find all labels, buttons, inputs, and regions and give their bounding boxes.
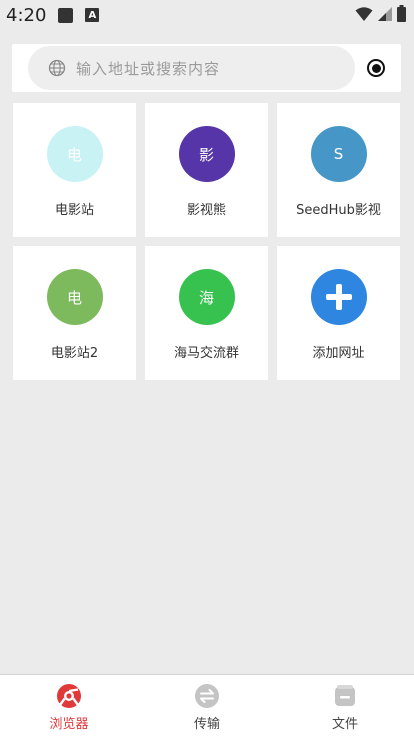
tile-icon-circle: 电 [46, 269, 103, 325]
tile-icon-circle: 影 [178, 126, 235, 182]
tile-glyph: 影 [198, 145, 214, 164]
shortcut-tile[interactable]: 电 电影站 [13, 103, 136, 237]
shortcut-tile[interactable]: S SeedHub影视 [277, 103, 400, 237]
tile-glyph: 电 [66, 288, 82, 307]
search-card: 输入地址或搜索内容 [12, 44, 401, 92]
tile-icon-circle: S [310, 126, 367, 182]
shortcut-tile[interactable]: 电 电影站2 [13, 246, 136, 380]
plus-icon [325, 284, 352, 310]
file-icon [335, 685, 355, 706]
tile-glyph: 海 [198, 288, 214, 307]
record-icon[interactable] [367, 59, 385, 77]
shortcut-tile[interactable]: 影 影视熊 [145, 103, 268, 237]
search-input[interactable]: 输入地址或搜索内容 [28, 46, 355, 90]
nav-label: 浏览器 [49, 717, 89, 732]
tile-label: SeedHub影视 [296, 203, 381, 218]
signal-icon [378, 6, 392, 21]
search-placeholder: 输入地址或搜索内容 [76, 59, 221, 78]
tile-glyph: S [333, 145, 344, 163]
globe-icon [48, 59, 66, 77]
tile-label: 电影站2 [50, 346, 99, 361]
tile-label: 海马交流群 [173, 346, 239, 361]
transfer-icon [195, 684, 219, 708]
status-right [355, 5, 406, 22]
battery-icon [397, 5, 406, 22]
bottom-nav: 浏览器 传输 文件 [0, 674, 414, 736]
add-url-tile[interactable]: 添加网址 [277, 246, 400, 380]
browser-icon [57, 684, 81, 708]
nav-browser[interactable]: 浏览器 [0, 675, 138, 736]
wifi-icon [355, 6, 373, 21]
tile-label: 影视熊 [186, 203, 226, 218]
nav-file[interactable]: 文件 [276, 675, 414, 736]
tile-icon-circle: 海 [178, 269, 235, 325]
tile-icon-circle [310, 269, 367, 325]
status-bar: 4:20 A [0, 0, 414, 30]
tile-glyph: 电 [66, 145, 82, 164]
nav-transfer[interactable]: 传输 [138, 675, 276, 736]
status-time: 4:20 [6, 4, 47, 26]
notification-a-icon: A [85, 8, 100, 22]
nav-label: 传输 [193, 717, 220, 732]
nav-label: 文件 [331, 717, 358, 732]
tile-label: 电影站 [54, 203, 94, 218]
shortcut-tile[interactable]: 海 海马交流群 [145, 246, 268, 380]
tile-icon-circle: 电 [46, 126, 103, 182]
tile-label: 添加网址 [312, 346, 365, 361]
notification-square-icon [58, 7, 74, 23]
